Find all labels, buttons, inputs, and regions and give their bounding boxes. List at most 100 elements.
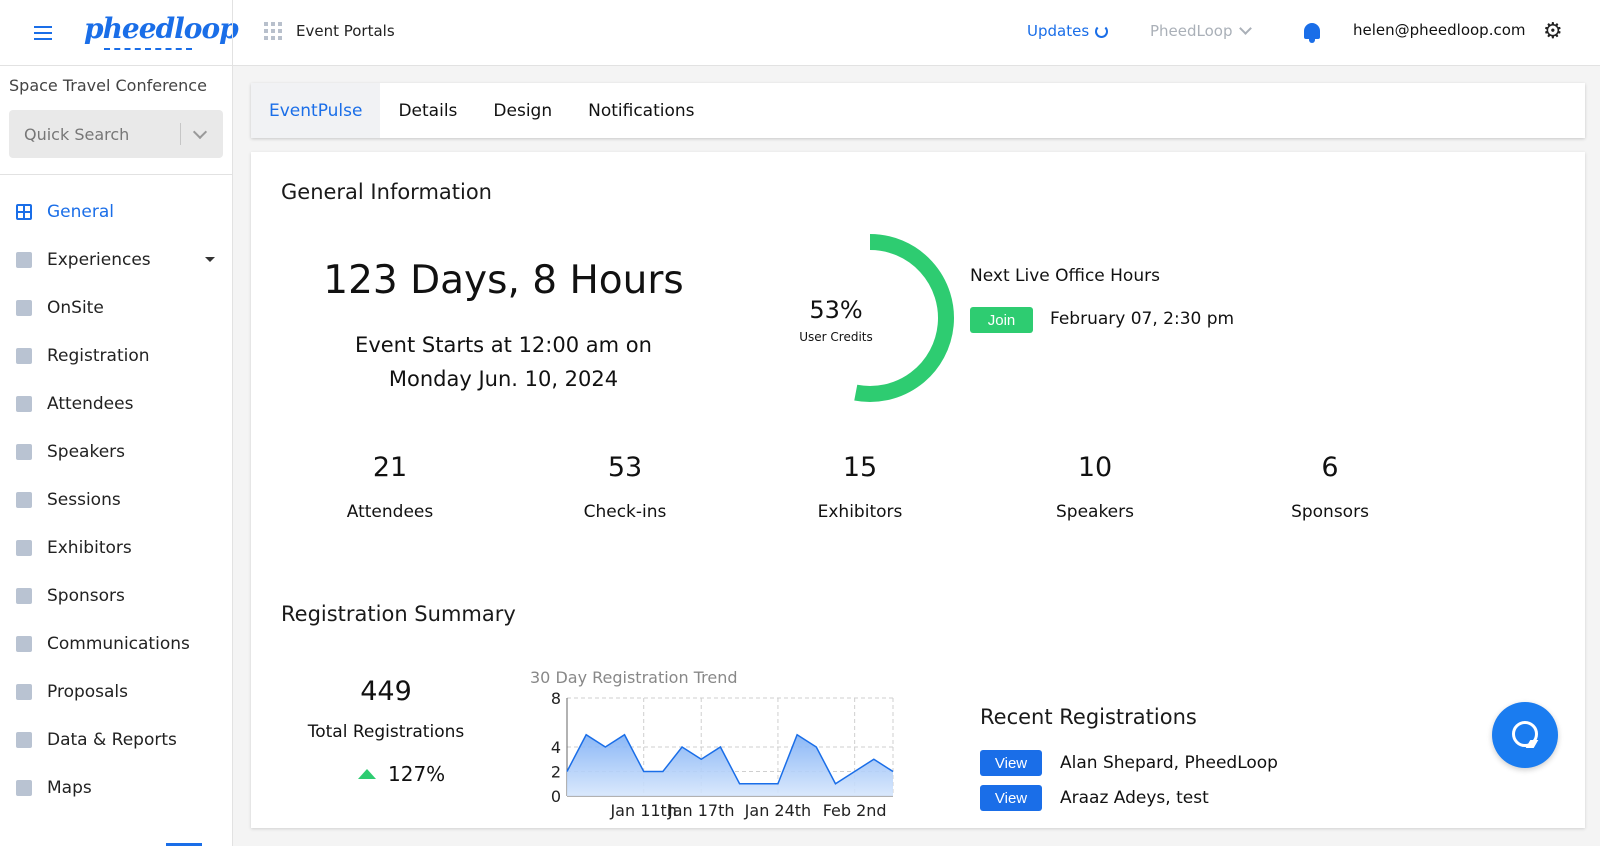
person-icon	[14, 250, 34, 270]
y-tick-label: 4	[551, 738, 561, 757]
recent-registration-row: View Araaz Adeys, test	[980, 785, 1209, 811]
refresh-icon	[1095, 24, 1109, 38]
view-registration-button[interactable]: View	[980, 750, 1042, 776]
registration-growth: 127%	[358, 762, 445, 786]
quick-search-select[interactable]: Quick Search	[9, 110, 223, 158]
tab-notifications[interactable]: Notifications	[570, 83, 712, 138]
organization-label: PheedLoop	[1150, 22, 1233, 40]
event-start-line1: Event Starts at 12:00 am on	[355, 333, 652, 357]
x-tick-label: Jan 24th	[744, 801, 812, 820]
stat-value: 15	[842, 452, 878, 483]
registration-growth-value: 127%	[388, 762, 446, 786]
arrow-up-icon	[358, 769, 376, 779]
sidebar-item-sponsors[interactable]: Sponsors	[0, 572, 232, 620]
stat-sponsors: 6 Sponsors	[1230, 452, 1430, 522]
sidebar-item-label: Communications	[47, 634, 190, 654]
stat-label: Attendees	[346, 502, 434, 522]
chart-title: 30 Day Registration Trend	[530, 668, 738, 687]
presenter-icon	[14, 442, 34, 462]
sidebar-item-label: Proposals	[47, 682, 129, 702]
recent-registrations-title: Recent Registrations	[980, 705, 1197, 729]
apps-grid-icon	[264, 22, 282, 40]
sidebar: Space Travel Conference Quick Search Gen…	[0, 66, 232, 846]
sidebar-item-label: Registration	[47, 346, 150, 366]
sidebar-item-onsite[interactable]: OnSite	[0, 284, 232, 332]
sidebar-item-label: Speakers	[47, 442, 126, 462]
menu-icon[interactable]	[34, 22, 52, 42]
stat-speakers: 10 Speakers	[995, 452, 1195, 522]
stat-label: Sponsors	[1291, 502, 1369, 522]
sidebar-item-maps[interactable]: Maps	[0, 764, 232, 812]
eventpulse-card: General Information 123 Days, 8 Hours Ev…	[251, 152, 1585, 828]
stat-label: Speakers	[1055, 502, 1134, 522]
stat-value: 53	[607, 452, 643, 483]
quick-search-separator	[180, 123, 181, 145]
tab-eventpulse[interactable]: EventPulse	[251, 83, 381, 138]
x-tick-label: Feb 2nd	[823, 801, 887, 820]
event-name[interactable]: Space Travel Conference	[9, 76, 224, 95]
office-hours-title: Next Live Office Hours	[970, 266, 1160, 286]
event-portals-button[interactable]: Event Portals	[264, 22, 395, 40]
sidebar-item-label: OnSite	[47, 298, 104, 318]
recent-registration-row: View Alan Shepard, PheedLoop	[980, 750, 1278, 776]
stat-label: Exhibitors	[817, 502, 903, 522]
sidebar-item-data-reports[interactable]: Data & Reports	[0, 716, 232, 764]
notifications-bell-icon[interactable]	[1302, 20, 1322, 44]
x-tick-label: Jan 11th	[609, 801, 677, 820]
sidebar-item-speakers[interactable]: Speakers	[0, 428, 232, 476]
registration-summary-title: Registration Summary	[281, 602, 516, 626]
printer-icon	[14, 298, 34, 318]
view-registration-button[interactable]: View	[980, 785, 1042, 811]
sidebar-item-label: General	[47, 202, 114, 222]
y-tick-label: 2	[551, 763, 561, 782]
total-registrations-label: Total Registrations	[307, 722, 465, 742]
people-icon	[14, 394, 34, 414]
stat-value: 6	[1321, 452, 1339, 483]
general-information-title: General Information	[281, 180, 492, 204]
gear-icon[interactable]: ⚙	[1543, 21, 1563, 43]
event-start-text: Event Starts at 12:00 am on Monday Jun. …	[301, 328, 706, 396]
registrant-name: Alan Shepard, PheedLoop	[1060, 753, 1278, 773]
caret-down-icon[interactable]	[205, 257, 215, 262]
event-start-line2: Monday Jun. 10, 2024	[388, 367, 619, 391]
pheedloop-logo[interactable]: pheedloop	[84, 12, 239, 45]
user-email[interactable]: helen@pheedloop.com	[1353, 21, 1526, 39]
laptop-icon	[14, 490, 34, 510]
store-icon	[14, 538, 34, 558]
sidebar-item-exhibitors[interactable]: Exhibitors	[0, 524, 232, 572]
tab-details[interactable]: Details	[380, 83, 475, 138]
sidebar-item-proposals[interactable]: Proposals	[0, 668, 232, 716]
user-credits-percent: 53%	[809, 296, 863, 324]
sidebar-item-attendees[interactable]: Attendees	[0, 380, 232, 428]
sidebar-item-experiences[interactable]: Experiences	[0, 236, 232, 284]
stat-attendees: 21 Attendees	[290, 452, 490, 522]
chart-icon	[14, 730, 34, 750]
quick-search-placeholder: Quick Search	[24, 124, 130, 144]
sidebar-divider-line	[0, 174, 232, 175]
sidebar-item-label: Sessions	[47, 490, 121, 510]
stat-value: 21	[372, 452, 408, 483]
sidebar-item-label: Data & Reports	[47, 730, 177, 750]
organization-dropdown[interactable]: PheedLoop	[1150, 22, 1252, 40]
event-portals-label: Event Portals	[296, 22, 395, 40]
countdown: 123 Days, 8 Hours	[323, 258, 684, 303]
chat-support-button[interactable]	[1492, 702, 1558, 768]
tab-design[interactable]: Design	[475, 83, 570, 138]
sidebar-item-label: Maps	[47, 778, 92, 798]
sidebar-item-sessions[interactable]: Sessions	[0, 476, 232, 524]
sidebar-divider	[232, 0, 233, 846]
stat-check-ins: 53 Check-ins	[525, 452, 725, 522]
sidebar-item-registration[interactable]: Registration	[0, 332, 232, 380]
office-hours-date: February 07, 2:30 pm	[1050, 309, 1235, 329]
top-header: pheedloop Event Portals Updates PheedLoo…	[0, 0, 1600, 66]
stat-label: Check-ins	[583, 502, 667, 522]
chevron-down-icon[interactable]	[192, 124, 208, 140]
grid-icon	[14, 202, 34, 222]
sidebar-nav: General Experiences OnSite Registration …	[0, 188, 232, 812]
updates-link[interactable]: Updates	[1027, 22, 1109, 40]
sidebar-item-communications[interactable]: Communications	[0, 620, 232, 668]
logo-underline	[104, 48, 192, 50]
sidebar-item-general[interactable]: General	[0, 188, 232, 236]
join-office-hours-button[interactable]: Join	[970, 307, 1033, 333]
chevron-down-icon	[1238, 22, 1252, 35]
